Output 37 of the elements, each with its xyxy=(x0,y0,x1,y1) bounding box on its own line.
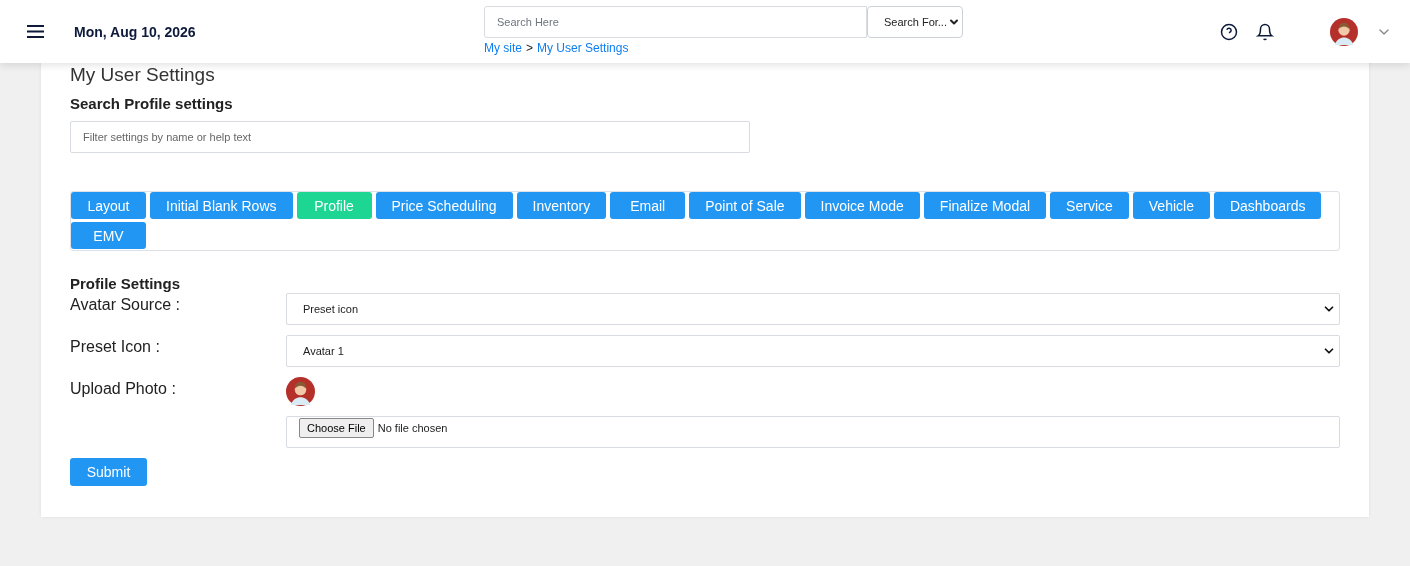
choose-file-button[interactable]: Choose File xyxy=(299,418,374,438)
field-label: Upload Photo : xyxy=(70,379,177,399)
tab[interactable]: Initial Blank Rows xyxy=(150,192,293,219)
filter-field[interactable]: Filter settings by name or help text xyxy=(70,121,750,153)
breadcrumb-separator: > xyxy=(526,41,534,55)
tab[interactable]: Service xyxy=(1050,192,1129,219)
section-heading: Search Profile settings xyxy=(70,95,234,112)
avatar-icon xyxy=(1330,17,1358,46)
tab[interactable]: Layout xyxy=(71,192,146,219)
select-field[interactable]: Preset icon xyxy=(286,293,1340,325)
menu-icon[interactable] xyxy=(27,25,44,38)
search-field[interactable]: Search Here xyxy=(484,6,867,38)
help-icon[interactable] xyxy=(1220,22,1238,41)
breadcrumb-link[interactable]: My site xyxy=(484,41,522,55)
breadcrumb-link[interactable]: My User Settings xyxy=(537,41,629,55)
bell-icon[interactable] xyxy=(1256,22,1274,41)
tab[interactable]: Inventory xyxy=(516,192,607,219)
field-label: Avatar Source : xyxy=(70,295,181,315)
select-field[interactable]: Avatar 1 xyxy=(286,335,1340,367)
date-text: Mon, Aug 10, 2026 xyxy=(74,23,196,40)
tab[interactable]: Point of Sale xyxy=(689,192,801,219)
submit-button[interactable]: Submit xyxy=(70,458,147,486)
tab[interactable]: Profile xyxy=(296,192,372,219)
tab[interactable]: Finalize Modal xyxy=(923,192,1047,219)
avatar-icon xyxy=(286,377,315,406)
search-type-select[interactable]: Search For... xyxy=(867,6,963,38)
field-label: Preset Icon : xyxy=(70,337,161,357)
tab[interactable]: EMV xyxy=(71,222,146,249)
tab[interactable]: Invoice Mode xyxy=(804,192,920,219)
tab[interactable]: Price Scheduling xyxy=(375,192,513,219)
file-field[interactable]: Choose File No file chosen xyxy=(286,416,1340,448)
section-heading: Profile Settings xyxy=(70,275,182,292)
file-status: No file chosen xyxy=(377,422,448,434)
tab[interactable]: Email xyxy=(610,192,686,219)
tab[interactable]: Vehicle xyxy=(1132,192,1210,219)
page-title: My User Settings xyxy=(70,63,216,87)
tab[interactable]: Dashboards xyxy=(1213,192,1322,219)
